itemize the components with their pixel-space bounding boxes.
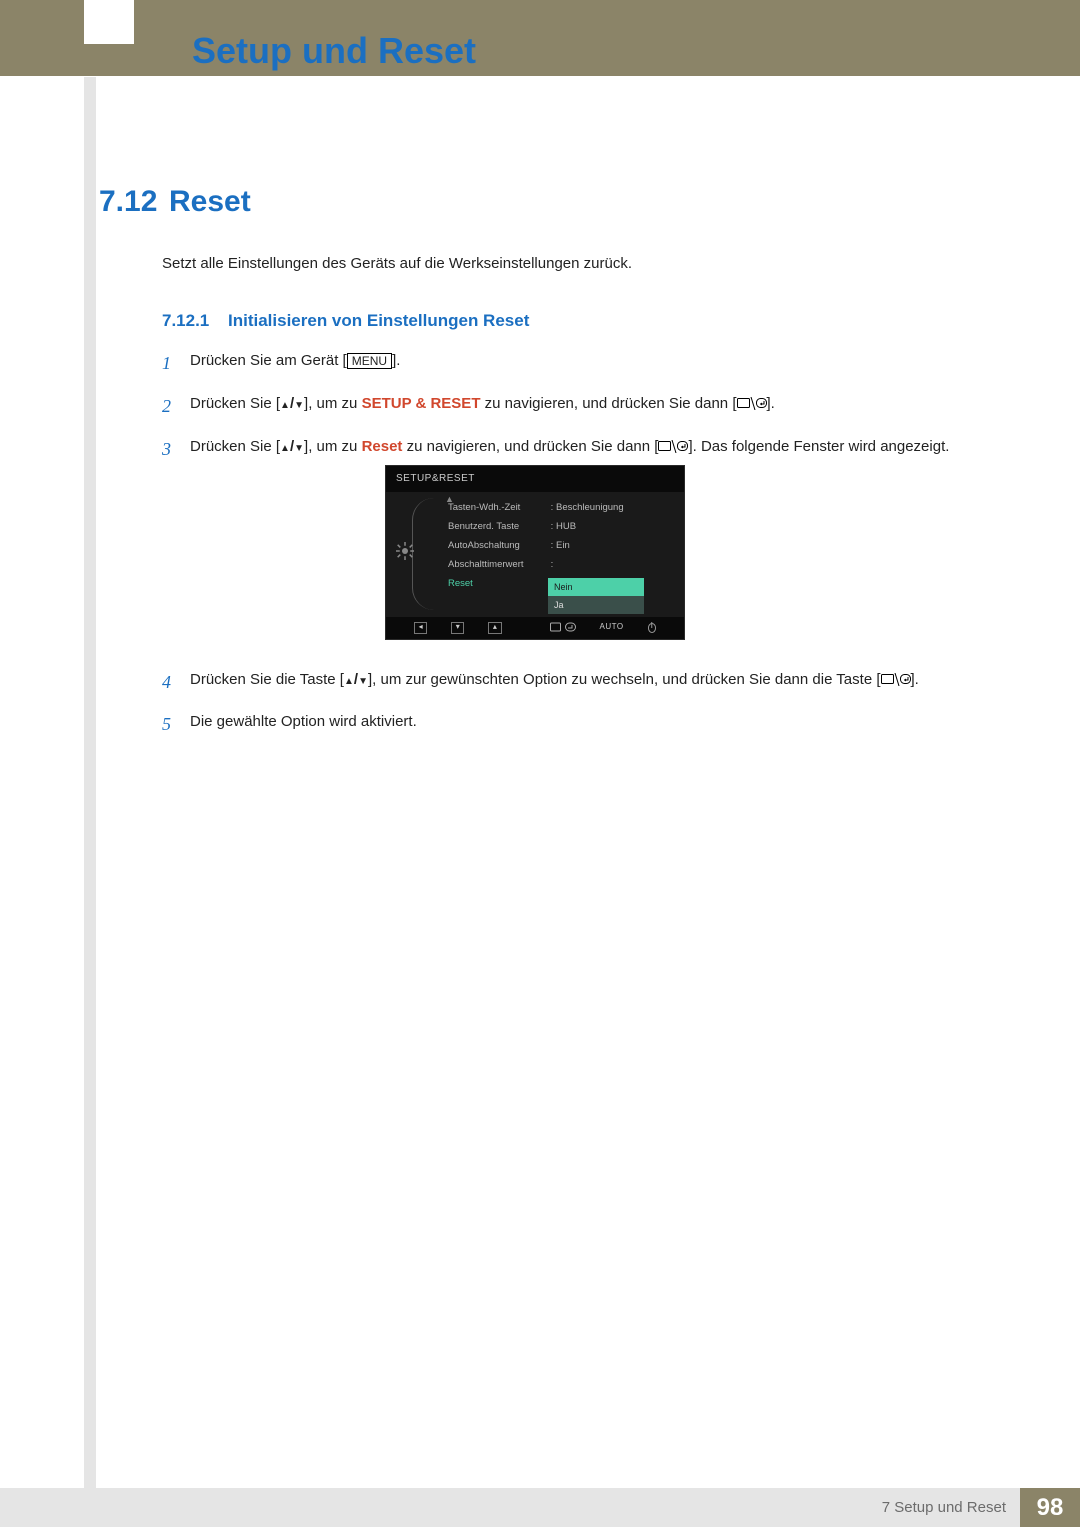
header-band: [0, 0, 1080, 76]
step-body: Drücken Sie am Gerät [MENU].: [190, 349, 962, 373]
text: zu navigieren, und drücken Sie dann [: [402, 438, 658, 455]
subsection-number: 7.12.1: [162, 311, 209, 330]
up-icon: ▲: [344, 677, 354, 687]
osd-dropdown: Nein Ja: [548, 578, 644, 615]
footer-chapter: 7 Setup und Reset: [882, 1499, 1020, 1516]
down-icon: ▼: [294, 444, 304, 454]
text: Drücken Sie [: [190, 395, 280, 412]
step-number: 2: [162, 392, 190, 421]
reset-label: Reset: [362, 438, 403, 455]
section-title: Reset: [169, 185, 251, 219]
step-5: 5 Die gewählte Option wird aktiviert.: [162, 710, 962, 739]
text: Drücken Sie am Gerät [: [190, 352, 347, 369]
setup-reset-label: SETUP & RESET: [362, 395, 481, 412]
scroll-up-icon: ▲: [445, 492, 454, 506]
step-number: 5: [162, 710, 190, 739]
up-icon: ▲: [280, 401, 290, 411]
osd-value: Beschleunigung: [556, 500, 624, 515]
step-1: 1 Drücken Sie am Gerät [MENU].: [162, 349, 962, 378]
osd-label: Tasten-Wdh.-Zeit: [448, 500, 548, 515]
osd-label: Abschalttimerwert: [448, 557, 548, 572]
header-tab: [84, 0, 134, 44]
osd-arc: [412, 498, 442, 610]
step-body: Drücken Sie die Taste [▲/▼], um zur gewü…: [190, 668, 962, 692]
text: Drücken Sie [: [190, 438, 280, 455]
menu-icon: MENU: [347, 353, 392, 369]
osd-row: Benutzerd. Taste:HUB: [426, 517, 674, 536]
osd-option-selected: Nein: [548, 578, 644, 596]
up-icon: ▴: [488, 622, 501, 634]
step-number: 3: [162, 435, 190, 464]
step-number: 1: [162, 349, 190, 378]
osd-value: HUB: [556, 519, 576, 534]
section-number: 7.12: [99, 185, 169, 219]
down-icon: ▼: [358, 677, 368, 687]
osd-footer: ◂ ▾ ▴ AUTO: [386, 617, 684, 639]
step-body: Die gewählte Option wird aktiviert.: [190, 710, 962, 734]
step-3: 3 Drücken Sie [▲/▼], um zu Reset zu navi…: [162, 435, 962, 654]
footer-band: 7 Setup und Reset 98: [0, 1488, 1080, 1527]
text: ].: [911, 671, 919, 688]
back-icon: ◂: [414, 622, 427, 634]
osd-body: ▲ Tasten-Wdh.-Zeit:Beschleunigung Benutz…: [386, 492, 684, 620]
source-enter-icon: [550, 622, 576, 633]
steps-list: 1 Drücken Sie am Gerät [MENU]. 2 Drücken…: [162, 349, 962, 753]
section-intro: Setzt alle Einstellungen des Geräts auf …: [162, 255, 632, 272]
osd-row: AutoAbschaltung:Ein: [426, 536, 674, 555]
source-enter-icon: [881, 671, 911, 688]
osd-option: Ja: [548, 596, 644, 614]
gear-icon: [396, 542, 414, 560]
text: ].: [767, 395, 775, 412]
text: ]. Das folgende Fenster wird angezeigt.: [688, 438, 949, 455]
auto-label: AUTO: [600, 621, 624, 634]
osd-title: SETUP&RESET: [386, 466, 684, 492]
subsection-title: Initialisieren von Einstellungen Reset: [228, 311, 529, 330]
step-4: 4 Drücken Sie die Taste [▲/▼], um zur ge…: [162, 668, 962, 697]
text: ], um zu: [304, 395, 362, 412]
osd-screenshot: SETUP&RESET ▲ Tasten-Wdh.-Zeit:Beschleun…: [385, 465, 685, 640]
power-icon: [648, 623, 656, 633]
osd-row: Abschalttimerwert:: [426, 555, 674, 574]
step-2: 2 Drücken Sie [▲/▼], um zu SETUP & RESET…: [162, 392, 962, 421]
text: zu navigieren, und drücken Sie dann [: [480, 395, 736, 412]
text: Drücken Sie die Taste [: [190, 671, 344, 688]
down-icon: ▼: [294, 401, 304, 411]
source-enter-icon: [658, 438, 688, 455]
up-icon: ▲: [280, 444, 290, 454]
step-body: Drücken Sie [▲/▼], um zu Reset zu navigi…: [190, 435, 962, 654]
down-icon: ▾: [451, 622, 464, 634]
osd-label: Benutzerd. Taste: [448, 519, 548, 534]
osd-row: Tasten-Wdh.-Zeit:Beschleunigung: [426, 498, 674, 517]
subsection-heading: 7.12.1 Initialisieren von Einstellungen …: [162, 311, 529, 331]
text: ], um zur gewünschten Option zu wechseln…: [368, 671, 881, 688]
text: ].: [392, 352, 400, 369]
osd-label: AutoAbschaltung: [448, 538, 548, 553]
step-body: Drücken Sie [▲/▼], um zu SETUP & RESET z…: [190, 392, 962, 416]
left-margin-stripe: [84, 77, 96, 1488]
section-heading: 7.12 Reset: [99, 185, 251, 219]
osd-label: Reset: [448, 576, 548, 591]
page-title: Setup und Reset: [192, 30, 476, 72]
step-number: 4: [162, 668, 190, 697]
osd-value: Ein: [556, 538, 570, 553]
page-number: 98: [1020, 1488, 1080, 1527]
text: ], um zu: [304, 438, 362, 455]
source-enter-icon: [737, 395, 767, 412]
